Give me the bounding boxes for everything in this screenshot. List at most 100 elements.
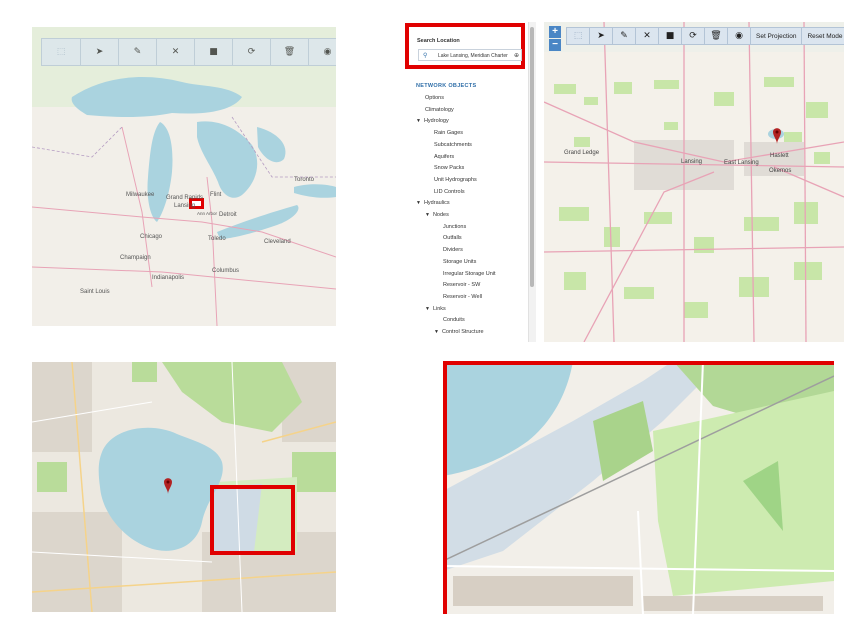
network-tree-label: Hydraulics [423, 200, 450, 207]
select-tool-button[interactable]: ⬚ [567, 28, 590, 44]
network-tree-label: Aquifers [434, 153, 455, 160]
network-tree-item[interactable]: ▼ Links [425, 306, 446, 312]
reset-model-button[interactable]: Reset Mode [802, 28, 844, 44]
network-objects-title: NETWORK OBJECTS [416, 83, 477, 89]
network-tree-item[interactable]: ▼ Nodes [425, 212, 449, 218]
lansing-map[interactable] [544, 22, 844, 342]
zoom-out-button[interactable]: − [549, 39, 561, 51]
map-label: Toronto [294, 177, 315, 183]
city-map-area[interactable]: Lansing East Lansing Grand Ledge Okemos … [544, 22, 844, 342]
expand-caret-icon[interactable]: ▼ [434, 329, 439, 335]
network-tree-label: Reservoir - Well [443, 293, 483, 300]
map-label: Columbus [212, 268, 240, 274]
trash-tool-button[interactable]: 🗑 [705, 28, 728, 44]
set-projection-button[interactable]: Set Projection [751, 28, 803, 44]
network-tree-label: Unit Hydrographs [434, 176, 477, 183]
edit-tool-button[interactable]: ✎ [119, 39, 157, 65]
target-tool-button[interactable]: ◉ [309, 39, 336, 65]
network-tree-item[interactable]: Outfalls [443, 235, 462, 241]
network-tree-label: Reservoir - SW [443, 282, 481, 289]
expand-caret-icon[interactable]: ▼ [416, 200, 421, 206]
network-tree-item[interactable]: ▼ Control Structure [434, 329, 484, 335]
network-tree-item[interactable]: Aquifers [434, 154, 454, 160]
network-tree-item[interactable]: Snow Packs [434, 165, 464, 171]
network-tree-item[interactable]: Reservoir - Well [443, 294, 482, 300]
delete-tool-button[interactable]: ✕ [157, 39, 195, 65]
map-label: Saint Louis [80, 289, 110, 295]
map-toolbar: ⬚ ➤ ✎ ✕ ■ ⟳ 🗑 ◉ Set Projection Reset Mod… [566, 27, 844, 45]
select-tool-button[interactable]: ⬚ [42, 39, 81, 65]
network-tree-label: LID Controls [434, 188, 465, 195]
map-label: Flint [210, 192, 222, 198]
zoom-area-highlight [210, 485, 295, 555]
overview-map[interactable] [32, 27, 336, 326]
search-location-highlight: Search Location ⚲ Lake Lansing, Meridian… [405, 23, 525, 69]
sidebar-scrollbar[interactable] [528, 22, 536, 342]
map-label: Haslett [770, 153, 789, 159]
expand-caret-icon[interactable]: ▼ [416, 118, 421, 124]
map-label: Chicago [140, 234, 163, 240]
map-label: Detroit [219, 212, 237, 218]
delete-tool-button[interactable]: ✕ [636, 28, 659, 44]
map-toolbar: ⬚ ➤ ✎ ✕ ■ ⟳ 🗑 ◉ [41, 38, 336, 66]
map-label: Lansing [681, 159, 703, 165]
target-tool-button[interactable]: ◉ [728, 28, 751, 44]
network-tree-label: Snow Packs [434, 165, 465, 172]
network-tree-item[interactable]: Irregular Storage Unit [443, 271, 496, 277]
network-tree-label: Climatology [425, 106, 454, 113]
network-tree-label: Junctions [443, 223, 467, 230]
network-tree-item[interactable]: Rain Gages [434, 130, 463, 136]
network-tree-label: Rain Gages [434, 130, 464, 137]
refresh-tool-button[interactable]: ⟳ [682, 28, 705, 44]
refresh-tool-button[interactable]: ⟳ [233, 39, 271, 65]
network-tree-item[interactable]: Junctions [443, 224, 466, 230]
network-tree-item[interactable]: LID Controls [434, 189, 465, 195]
map-label: Indianapolis [152, 275, 185, 281]
pointer-tool-button[interactable]: ➤ [590, 28, 613, 44]
network-tree-label: Nodes [432, 212, 449, 218]
network-tree-item[interactable]: ▼ Hydraulics [416, 200, 450, 206]
map-label: Milwaukee [126, 192, 155, 198]
network-tree-label: Irregular Storage Unit [443, 270, 496, 277]
map-label: Ann Arbor [197, 211, 218, 216]
network-tree-label: Links [432, 305, 446, 312]
network-tree-label: Storage Units [443, 258, 477, 265]
map-label: Cleveland [264, 239, 291, 245]
network-tree-label: Conduits [443, 317, 465, 324]
zoom-in-button[interactable]: + [549, 26, 561, 38]
network-tree-label: Subcatchments [434, 141, 472, 148]
search-location-title: Search Location [417, 38, 460, 44]
network-tree-label: Outfalls [443, 235, 462, 242]
map-panel-detail[interactable] [443, 361, 834, 614]
network-tree-item[interactable]: Storage Units [443, 259, 476, 265]
vehicle-tool-button[interactable]: ■ [659, 28, 682, 44]
search-location-input[interactable]: ⚲ Lake Lansing, Meridian Charter ⊕ [418, 49, 522, 61]
expand-caret-icon[interactable]: ▼ [425, 212, 430, 218]
search-icon: ⚲ [423, 53, 428, 59]
map-label: East Lansing [724, 160, 759, 166]
map-label: Grand Ledge [564, 150, 600, 156]
network-tree-item[interactable]: Dividers [443, 247, 463, 253]
network-tree-item[interactable]: Climatology [425, 107, 454, 113]
sidebar-scroll-thumb[interactable] [530, 27, 534, 287]
vehicle-tool-button[interactable]: ■ [195, 39, 233, 65]
map-panel-app: Search Location ⚲ Lake Lansing, Meridian… [404, 22, 844, 342]
expand-caret-icon[interactable]: ▼ [425, 306, 430, 312]
network-tree-item[interactable]: Options [425, 95, 444, 101]
map-panel-lake[interactable] [32, 362, 336, 612]
pointer-tool-button[interactable]: ➤ [81, 39, 119, 65]
network-tree-item[interactable]: Subcatchments [434, 142, 472, 148]
map-label: Lansing [174, 203, 196, 209]
network-tree-item[interactable]: ▼ Hydrology [416, 118, 449, 124]
network-tree-item[interactable]: Reservoir - SW [443, 282, 480, 288]
network-tree-label: Control Structure [441, 329, 484, 335]
network-tree-label: Dividers [443, 247, 463, 254]
map-panel-overview[interactable]: Milwaukee Chicago Detroit Toledo Clevela… [32, 27, 336, 326]
trash-tool-button[interactable]: 🗑 [271, 39, 309, 65]
network-tree-item[interactable]: Unit Hydrographs [434, 177, 477, 183]
edit-tool-button[interactable]: ✎ [613, 28, 636, 44]
map-label: Grand Rapids [166, 195, 204, 201]
detail-highlight-frame [443, 361, 834, 614]
locate-icon[interactable]: ⊕ [514, 50, 519, 62]
network-tree-item[interactable]: Conduits [443, 317, 465, 323]
